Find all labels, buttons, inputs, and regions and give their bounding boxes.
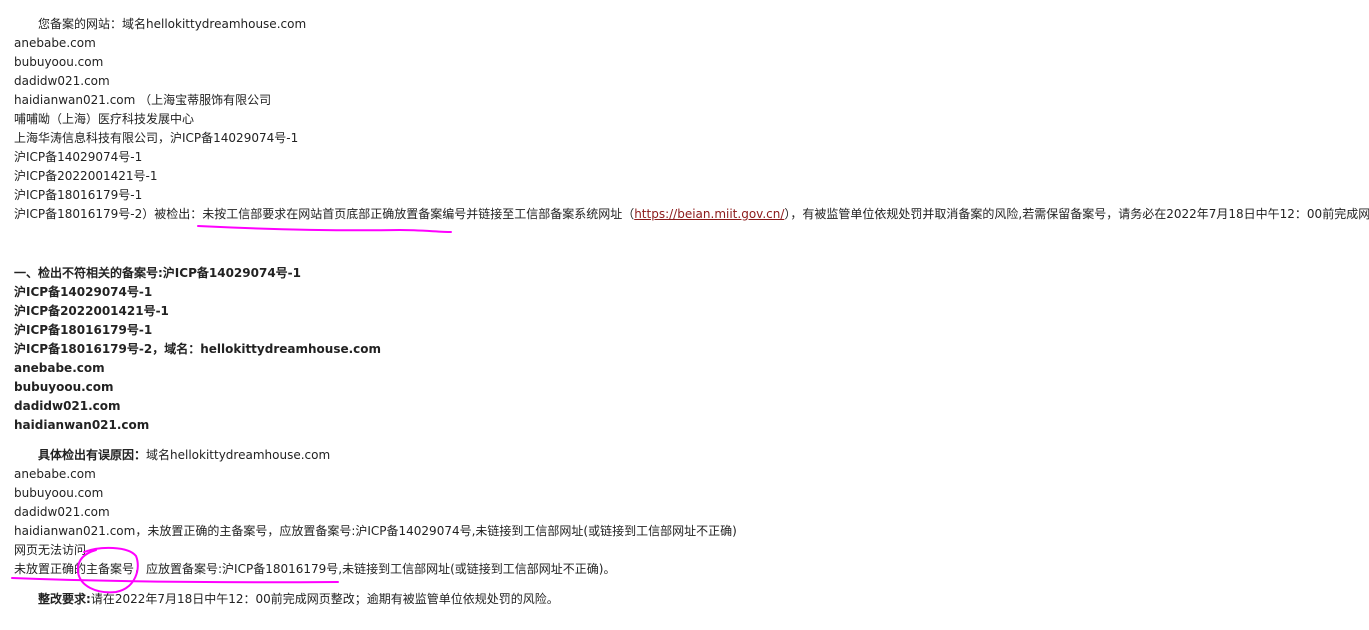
detection-result-suffix: ），有被监管单位依规处罚并取消备案的风险,若需保留备案号，请务必在2022年7月… — [784, 207, 1369, 221]
domain-error-line: haidianwan021.com，未放置正确的主备案号，应放置备案号:沪ICP… — [14, 524, 737, 538]
domain-line: dadidw021.com — [14, 399, 121, 413]
rectification-value: 请在2022年7月18日中午12：00前完成网页整改；逾期有被监管单位依规处罚的… — [90, 592, 559, 606]
domain-line: dadidw021.com — [14, 74, 110, 88]
detection-result-prefix: 沪ICP备18016179号-2）被检出：未按工信部要求在网站首页底部正确放置备… — [14, 207, 635, 221]
company-icp-line: 上海华涛信息科技有限公司，沪ICP备14029074号-1 — [14, 131, 299, 145]
domain-line: bubuyoou.com — [14, 380, 114, 394]
domain-line: bubuyoou.com — [14, 55, 104, 69]
error-reason-value: 域名hellokittydreamhouse.com — [146, 448, 331, 462]
icp-number-line: 沪ICP备18016179号-1 — [14, 188, 143, 202]
page-unreachable-line: 网页无法访问 — [14, 543, 87, 557]
icp-number-line: 沪ICP备2022001421号-1 — [14, 169, 158, 183]
error-reason-label: 具体检出有误原因： — [38, 448, 147, 462]
domain-line: dadidw021.com — [14, 505, 110, 519]
error-reason-line: 具体检出有误原因：域名hellokittydreamhouse.com — [14, 446, 1359, 465]
notice-document: 您备案的网站：域名hellokittydreamhouse.com anebab… — [14, 15, 1369, 609]
registered-website-line: 您备案的网站：域名hellokittydreamhouse.com — [38, 17, 307, 31]
section-heading-mismatch: 一、检出不符相关的备案号:沪ICP备14029074号-1 — [14, 266, 301, 280]
rectification-requirement-line: 整改要求:请在2022年7月18日中午12：00前完成网页整改；逾期有被监管单位… — [14, 590, 1359, 609]
icp-domain-line: 沪ICP备18016179号-2，域名：hellokittydreamhouse… — [14, 342, 382, 356]
domain-line: anebabe.com — [14, 36, 96, 50]
company-line: 哺哺呦（上海）医疗科技发展中心 — [14, 112, 195, 126]
domain-company-line: haidianwan021.com （上海宝蒂服饰有限公司 — [14, 93, 272, 107]
domain-line: bubuyoou.com — [14, 486, 104, 500]
icp-number-line: 沪ICP备14029074号-1 — [14, 285, 153, 299]
domain-line: haidianwan021.com — [14, 418, 150, 432]
domain-line: anebabe.com — [14, 467, 96, 481]
detection-result-line: 沪ICP备18016179号-2）被检出：未按工信部要求在网站首页底部正确放置备… — [14, 205, 1369, 224]
domain-line: anebabe.com — [14, 361, 105, 375]
rectification-label: 整改要求: — [38, 592, 91, 606]
miit-beian-link[interactable]: https://beian.miit.gov.cn/ — [634, 207, 784, 221]
icp-number-line: 沪ICP备2022001421号-1 — [14, 304, 169, 318]
icp-number-line: 沪ICP备14029074号-1 — [14, 150, 143, 164]
error-detail-line: 未放置正确的主备案号，应放置备案号:沪ICP备18016179号,未链接到工信部… — [14, 562, 616, 576]
icp-number-line: 沪ICP备18016179号-1 — [14, 323, 153, 337]
